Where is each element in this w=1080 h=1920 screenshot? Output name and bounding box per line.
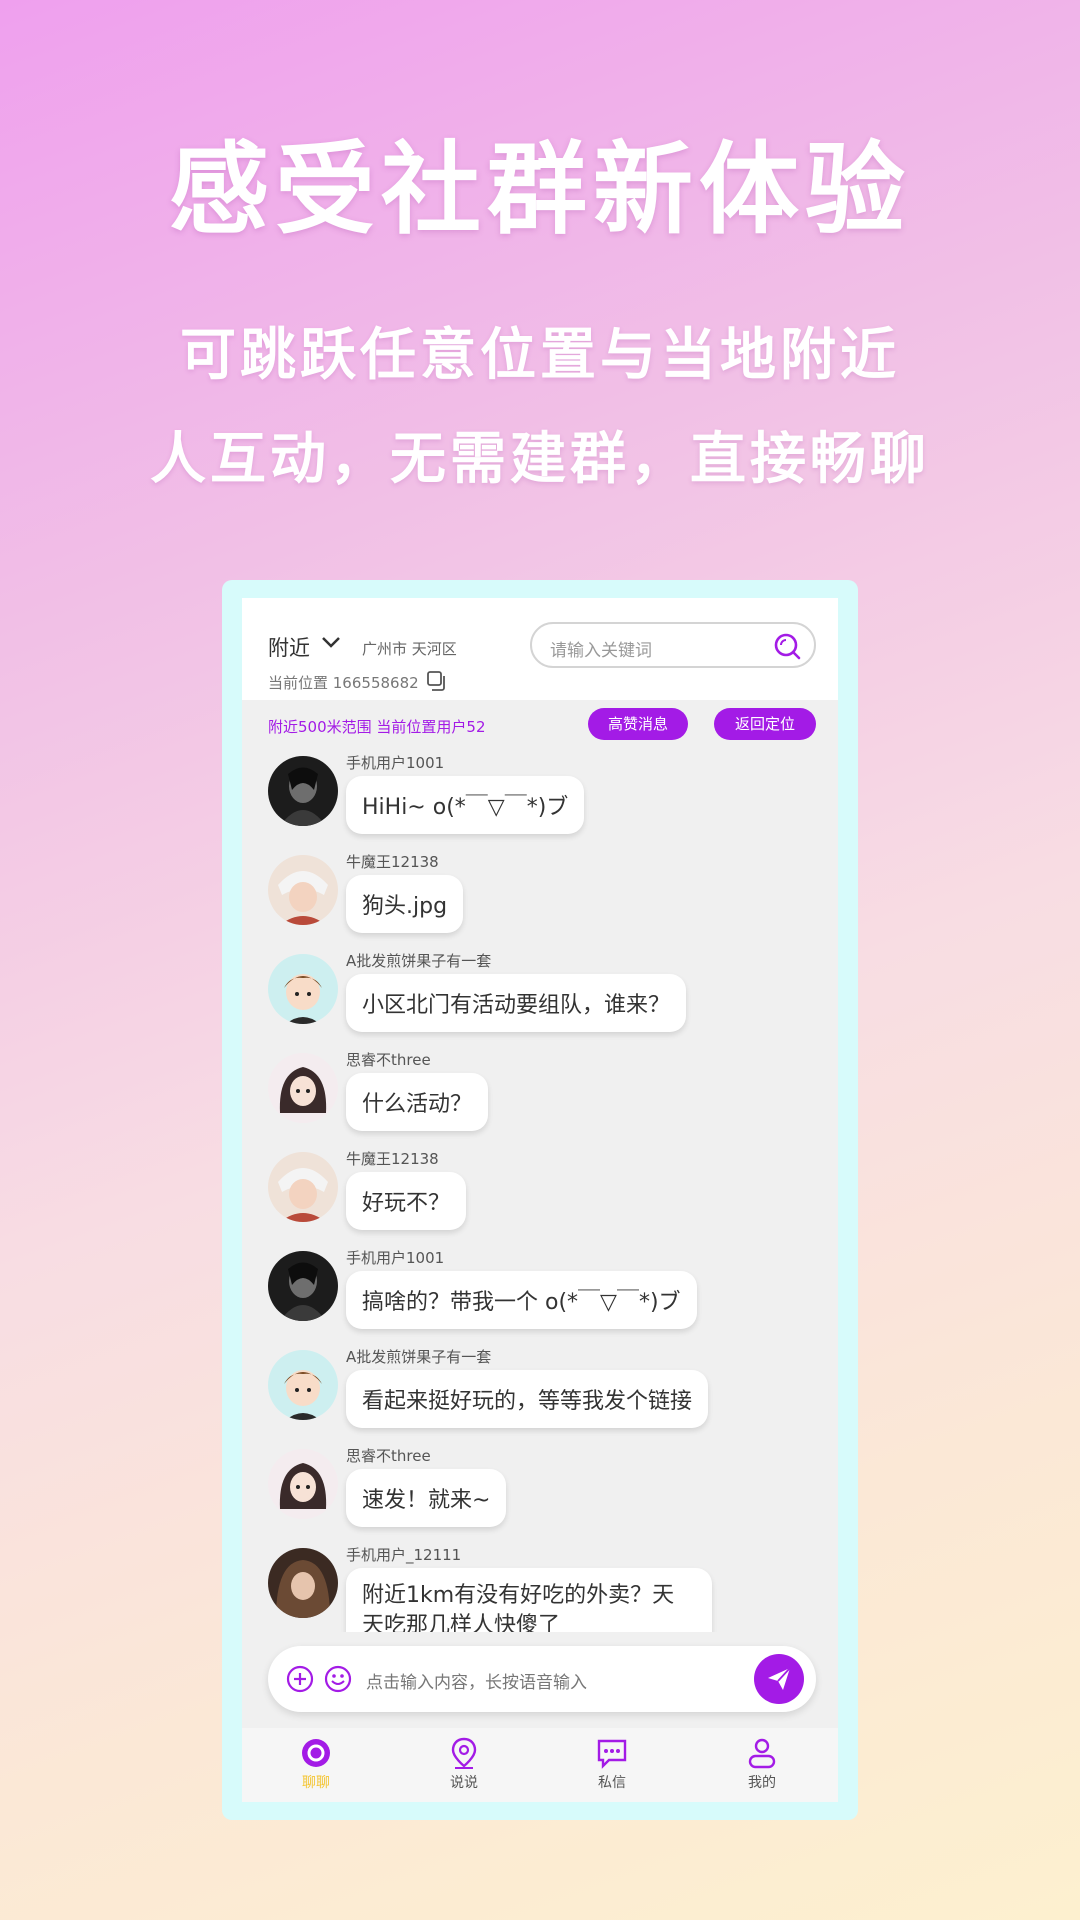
anime-boy-avatar[interactable] xyxy=(268,855,338,925)
cartoon-boy-avatar[interactable] xyxy=(268,954,338,1024)
app-screen: 附近 广州市 天河区 当前位置 166558682 请输入关键词 附近500米范… xyxy=(242,598,838,1802)
username: 牛魔王12138 xyxy=(346,1150,439,1168)
cartoon-boy-avatar[interactable] xyxy=(268,1350,338,1420)
message-bubble[interactable]: 什么活动？ xyxy=(346,1073,489,1131)
message-input[interactable]: 点击输入内容，长按语音输入 xyxy=(366,1668,587,1693)
list-item: A批发煎饼果子有一套 小区北门有活动要组队，谁来？ xyxy=(268,950,828,1040)
message-bubble[interactable]: 小区北门有活动要组队，谁来？ xyxy=(346,974,687,1032)
promo-headline: 感受社群新体验 xyxy=(169,130,911,248)
search-placeholder: 请输入关键词 xyxy=(550,641,652,661)
message-bubble[interactable]: 看起来挺好玩的，等等我发个链接 xyxy=(346,1370,709,1428)
profile-icon xyxy=(748,1738,776,1769)
location-pin-icon xyxy=(451,1737,477,1769)
dark-portrait-avatar[interactable] xyxy=(268,756,338,826)
list-item: 牛魔王12138 狗头.jpg xyxy=(268,851,828,941)
username: 手机用户_12111 xyxy=(346,1546,462,1564)
promo-subline-2: 人互动，无需建群，直接畅聊 xyxy=(150,426,930,492)
list-item: 手机用户1001 搞啥的？带我一个 o(*￣▽￣*)ブ xyxy=(268,1247,828,1337)
search-input[interactable]: 请输入关键词 xyxy=(530,622,816,668)
list-item: 思睿不three 速发！就来~ xyxy=(268,1445,828,1535)
anime-girl-avatar[interactable] xyxy=(268,1053,338,1123)
tab-label: 聊聊 xyxy=(302,1775,330,1791)
return-location-button[interactable]: 返回定位 xyxy=(714,708,816,740)
message-input-bar: 点击输入内容，长按语音输入 xyxy=(268,1646,816,1712)
message-bubble[interactable]: 速发！就来~ xyxy=(346,1469,507,1527)
promo-subline-1: 可跳跃任意位置与当地附近 xyxy=(180,322,900,388)
username: A批发煎饼果子有一套 xyxy=(346,952,492,970)
username: 手机用户1001 xyxy=(346,754,445,772)
nearby-info: 附近500米范围 当前位置用户52 xyxy=(268,718,486,736)
username: A批发煎饼果子有一套 xyxy=(346,1348,492,1366)
list-item: 思睿不three 什么活动？ xyxy=(268,1049,828,1139)
tab-messages[interactable]: 私信 xyxy=(552,1736,672,1798)
search-icon[interactable] xyxy=(772,631,802,661)
tab-label: 说说 xyxy=(450,1775,478,1791)
username: 思睿不three xyxy=(346,1447,431,1465)
chevron-down-icon[interactable] xyxy=(320,634,342,650)
current-position: 当前位置 166558682 xyxy=(268,674,419,692)
add-icon[interactable] xyxy=(286,1665,314,1693)
list-item: 牛魔王12138 好玩不？ xyxy=(268,1148,828,1238)
chat-circle-icon xyxy=(302,1739,330,1767)
list-item: 手机用户1001 HiHi~ o(*￣▽￣*)ブ xyxy=(268,752,828,842)
header-bar: 附近 广州市 天河区 当前位置 166558682 请输入关键词 xyxy=(242,598,838,700)
message-list[interactable]: 手机用户1001 HiHi~ o(*￣▽￣*)ブ 牛魔王12138 狗头.jpg… xyxy=(242,752,838,1632)
username: 手机用户1001 xyxy=(346,1249,445,1267)
send-button[interactable] xyxy=(754,1654,804,1704)
message-bubble[interactable]: HiHi~ o(*￣▽￣*)ブ xyxy=(346,776,585,834)
message-bubble[interactable]: 好玩不？ xyxy=(346,1172,467,1230)
dark-portrait-avatar[interactable] xyxy=(268,1251,338,1321)
copy-icon[interactable] xyxy=(426,670,448,692)
emoji-icon[interactable] xyxy=(324,1665,352,1693)
message-bubble[interactable]: 附近1km有没有好吃的外卖？天天吃那几样人快傻了 xyxy=(346,1568,712,1632)
tab-moments[interactable]: 说说 xyxy=(404,1736,524,1798)
tab-label: 私信 xyxy=(598,1775,626,1791)
username: 思睿不three xyxy=(346,1051,431,1069)
brown-hair-avatar[interactable] xyxy=(268,1548,338,1618)
list-item: 手机用户_12111 附近1km有没有好吃的外卖？天天吃那几样人快傻了 xyxy=(268,1544,828,1632)
tab-label: 我的 xyxy=(748,1775,776,1791)
tab-chat[interactable]: 聊聊 xyxy=(256,1736,376,1798)
phone-frame: 附近 广州市 天河区 当前位置 166558682 请输入关键词 附近500米范… xyxy=(222,580,858,1820)
tab-profile[interactable]: 我的 xyxy=(702,1736,822,1798)
message-icon xyxy=(597,1739,627,1769)
message-bubble[interactable]: 搞啥的？带我一个 o(*￣▽￣*)ブ xyxy=(346,1271,697,1329)
anime-boy-avatar[interactable] xyxy=(268,1152,338,1222)
list-item: A批发煎饼果子有一套 看起来挺好玩的，等等我发个链接 xyxy=(268,1346,828,1436)
send-icon xyxy=(768,1667,791,1690)
location-selector[interactable]: 附近 xyxy=(268,632,310,662)
username: 牛魔王12138 xyxy=(346,853,439,871)
bottom-tab-bar: 聊聊 说说 私信 我的 xyxy=(242,1728,838,1802)
message-bubble[interactable]: 狗头.jpg xyxy=(346,875,464,933)
city-label: 广州市 天河区 xyxy=(362,640,457,658)
anime-girl-avatar[interactable] xyxy=(268,1449,338,1519)
hot-messages-button[interactable]: 高赞消息 xyxy=(588,708,688,740)
